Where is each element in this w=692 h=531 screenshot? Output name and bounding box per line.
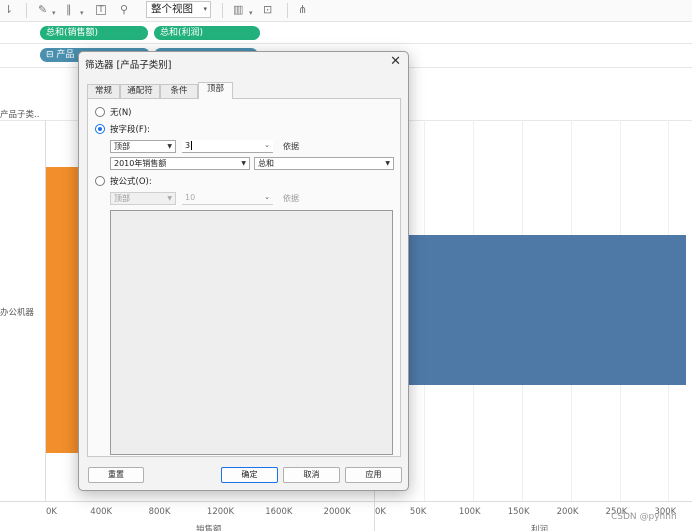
sort-icon[interactable]: ⇂ [4,3,13,17]
select-value: 顶部 [114,142,130,151]
reset-button[interactable]: 重置 [88,467,144,483]
text-icon[interactable]: T [96,5,106,15]
axis-tick-label: 50K [409,507,427,517]
tab-condition[interactable]: 条件 [160,84,198,98]
collapse-icon: ⊟ [46,50,57,60]
axis-tick-label: 2000K [323,507,351,517]
filter-dialog: 筛选器 [产品子类别] ✕ 常规 通配符 条件 顶部 无(N) 按字段(F): … [78,51,409,491]
view-select-value: 整个视图 [151,3,193,15]
profit-axis-title: 利润 [531,525,549,531]
combobox-value: 3 [185,141,191,150]
axis-tick-label: 150K [507,507,530,517]
dialog-title: 筛选器 [产品子类别] [85,60,172,71]
share-icon[interactable]: ⋔ [298,3,307,17]
ok-button[interactable]: 确定 [221,467,278,483]
radio-by-field[interactable] [95,124,105,134]
select-value: 总和 [258,159,274,168]
bar-profit-office-machines[interactable] [375,235,687,385]
radio-none-label: 无(N) [110,108,132,118]
tab-top[interactable]: 顶部 [198,82,233,99]
clip-icon[interactable]: ∥ [66,3,72,17]
axis-baseline [0,501,692,502]
row-header-office-machines: 办公机器 [0,308,35,318]
text-cursor [191,141,193,150]
by-formula-count-combobox[interactable]: 10 ⌄ [182,192,273,205]
columns-shelf: 总和(销售额) 总和(利润) [0,22,692,44]
pin-icon[interactable]: ⚲ [120,3,128,17]
chevron-down-icon[interactable]: ▾ [249,6,253,20]
view-select[interactable]: 整个视图 ▾ [146,1,211,18]
by-field-basis-label: 依据 [283,142,299,151]
toolbar-divider [26,3,27,18]
by-formula-basis-label: 依据 [283,194,299,203]
watermark: CSDN @pyhhh [611,512,677,522]
pill-label: 产品 [56,50,75,60]
tab-wildcard[interactable]: 通配符 [120,84,160,98]
apply-button[interactable]: 应用 [345,467,402,483]
dropdown-arrow-icon: ▼ [167,195,172,202]
formula-editor[interactable] [110,210,393,455]
select-value: 2010年销售额 [114,159,167,168]
radio-none[interactable] [95,107,105,117]
column-pill-sales[interactable]: 总和(销售额) [40,26,148,40]
pill-label: 总和(销售额) [46,28,99,38]
by-formula-direction-select[interactable]: 顶部 ▼ [110,192,176,205]
tableau-workbook: ⇂ ✎ ▾ ∥ ▾ T ⚲ 整个视图 ▾ ▥ ▾ ⊡ ⋔ 总和(销售额) 总和(… [0,0,692,531]
top-tab-panel: 无(N) 按字段(F): 顶部 ▼ 3 ⌄ 依据 2010年销售额 ▼ 总和 ▼ [87,98,401,457]
radio-by-formula[interactable] [95,176,105,186]
radio-by-field-label: 按字段(F): [110,125,150,135]
axis-tick-label: 1600K [265,507,293,517]
axis-tick-label: 0K [375,507,386,517]
toolbar: ⇂ ✎ ▾ ∥ ▾ T ⚲ 整个视图 ▾ ▥ ▾ ⊡ ⋔ [0,0,692,22]
radio-by-formula-label: 按公式(O): [110,177,152,187]
dimension-header: 产品子类.. [0,110,40,120]
chevron-down-icon: ⌄ [264,141,270,149]
toolbar-divider [287,3,288,18]
axis-tick-label: 800K [148,507,171,517]
chart-icon[interactable]: ▥ [233,3,243,17]
dropdown-arrow-icon: ▼ [241,160,246,167]
dropdown-arrow-icon: ▼ [385,160,390,167]
chevron-down-icon[interactable]: ▾ [52,6,56,20]
select-value: 顶部 [114,194,130,203]
axis-tick-label: 0K [46,507,57,517]
chevron-down-icon[interactable]: ▾ [80,6,84,20]
axis-tick-label: 400K [90,507,113,517]
combobox-value: 10 [185,193,196,202]
pen-icon[interactable]: ✎ [38,3,47,17]
by-field-direction-select[interactable]: 顶部 ▼ [110,140,176,153]
pill-label: 总和(利润) [160,28,204,38]
sales-axis-title: 销售额 [196,525,222,531]
dropdown-arrow-icon: ▼ [167,143,172,150]
axis-tick-label: 200K [556,507,579,517]
aggregation-select[interactable]: 总和 ▼ [254,157,394,170]
by-field-count-combobox[interactable]: 3 ⌄ [182,140,273,153]
toolbar-divider [222,3,223,18]
chevron-down-icon: ⌄ [264,193,270,201]
close-icon[interactable]: ✕ [390,54,401,69]
axis-tick-label: 1200K [206,507,235,517]
column-pill-profit[interactable]: 总和(利润) [154,26,260,40]
axis-tick-label: 100K [458,507,481,517]
tab-general[interactable]: 常规 [87,84,120,98]
chevron-down-icon: ▾ [203,5,207,13]
presentation-icon[interactable]: ⊡ [263,3,272,17]
cancel-button[interactable]: 取消 [283,467,340,483]
field-select[interactable]: 2010年销售额 ▼ [110,157,250,170]
